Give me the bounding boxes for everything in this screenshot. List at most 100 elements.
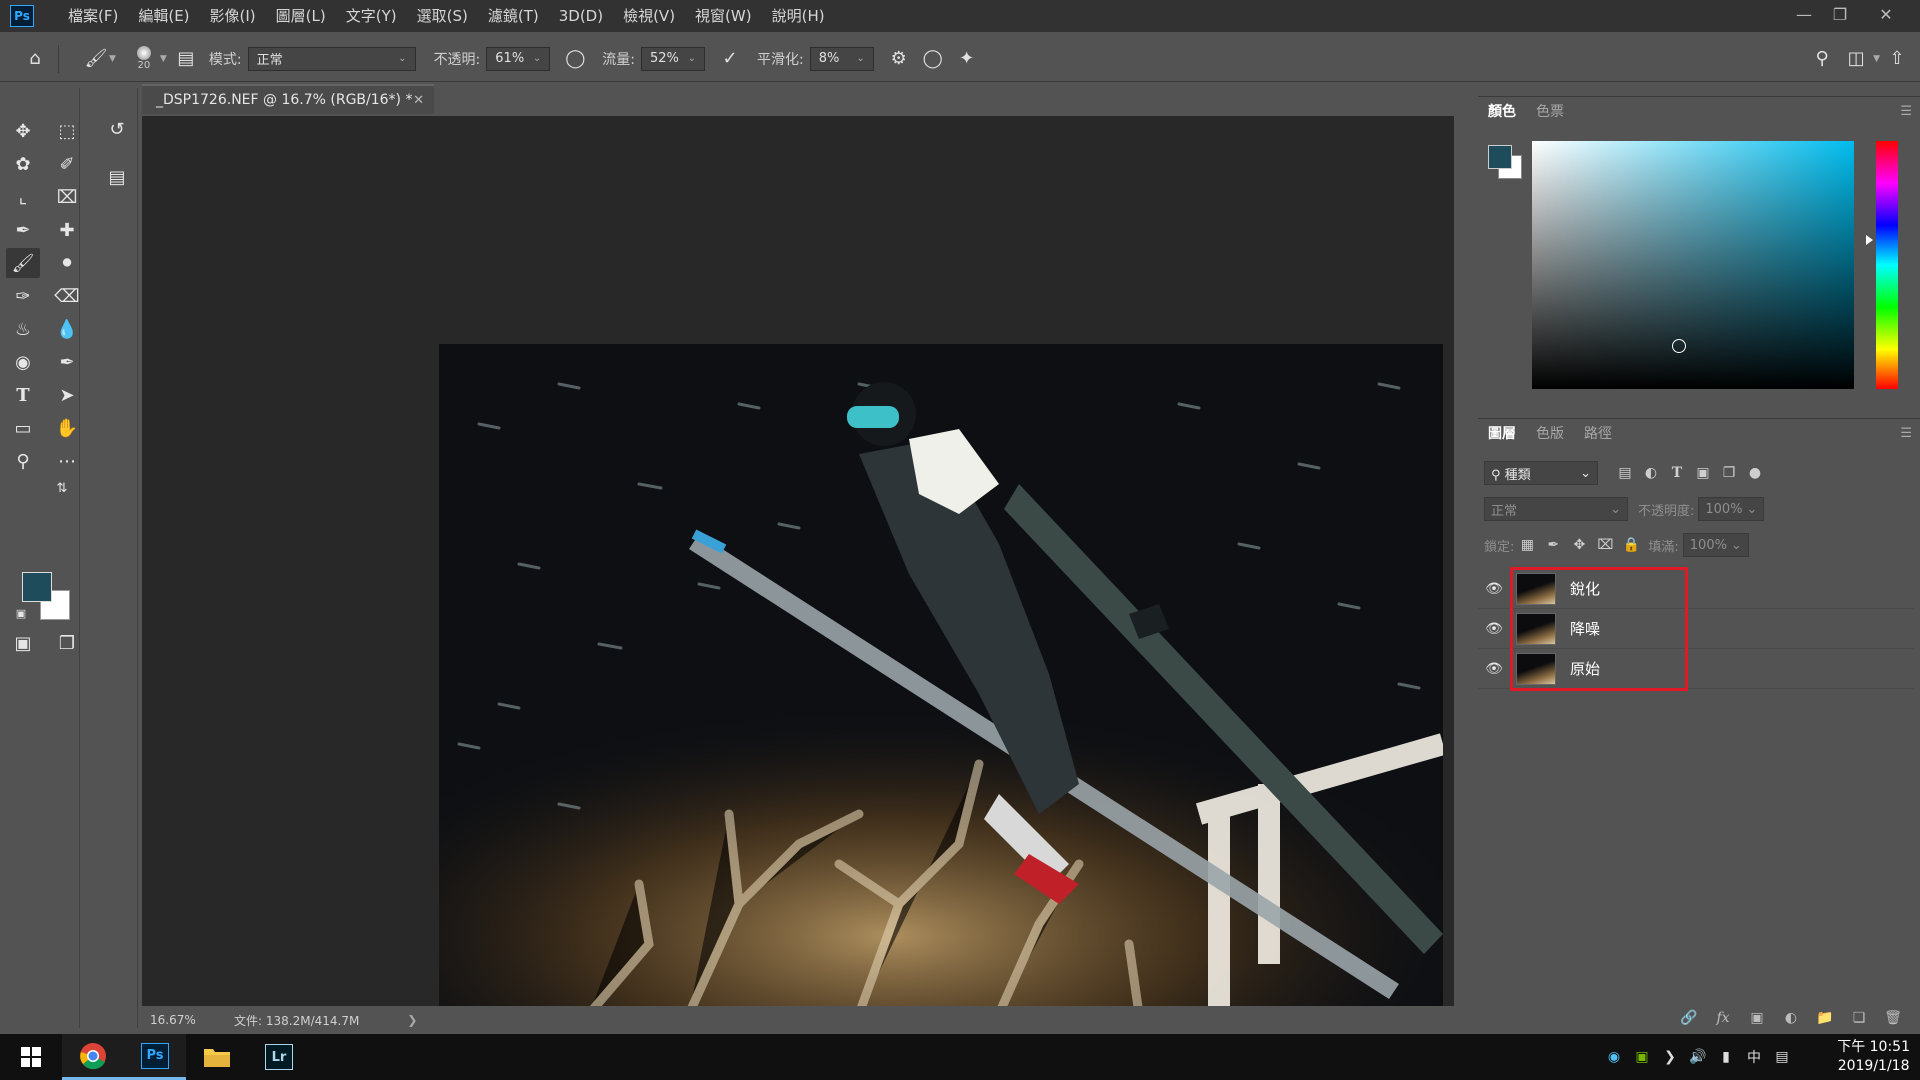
- color-field[interactable]: [1532, 141, 1854, 389]
- lasso-tool-icon[interactable]: ✿: [6, 149, 40, 179]
- menu-view[interactable]: 檢視(V): [613, 0, 685, 32]
- menu-file[interactable]: 檔案(F): [58, 0, 128, 32]
- screen-mode-icon[interactable]: ❐: [50, 628, 84, 658]
- foreground-color-chip[interactable]: [1488, 145, 1512, 169]
- document-tab[interactable]: _DSP1726.NEF @ 16.7% (RGB/16*) * ✕: [142, 84, 434, 114]
- share-icon[interactable]: ⇧: [1880, 42, 1914, 76]
- more-tools-icon[interactable]: ⋯: [50, 446, 84, 476]
- flow-input[interactable]: 52% ⌄: [641, 46, 705, 71]
- canvas-area[interactable]: [142, 116, 1454, 1014]
- blend-mode-select[interactable]: 正常 ⌄: [1484, 497, 1628, 521]
- fill-input[interactable]: 100% ⌄: [1682, 533, 1749, 557]
- workspace-icon[interactable]: ◫: [1839, 42, 1873, 76]
- menu-edit[interactable]: 編輯(E): [128, 0, 199, 32]
- hue-marker-icon[interactable]: [1866, 235, 1873, 245]
- swap-colors-icon[interactable]: ⇅: [52, 478, 72, 498]
- smoothing-input[interactable]: 8% ⌄: [809, 46, 874, 71]
- menu-3d[interactable]: 3D(D): [549, 0, 613, 32]
- brush-tool-icon[interactable]: 🖌: [6, 248, 40, 278]
- panel-menu-icon[interactable]: ☰: [1900, 104, 1912, 119]
- nvidia-icon[interactable]: ▣: [1628, 1049, 1656, 1065]
- eraser-tool-icon[interactable]: ⌫: [50, 281, 84, 311]
- layer-row-original[interactable]: 👁 原始: [1478, 649, 1914, 689]
- photo-canvas[interactable]: [439, 344, 1443, 1014]
- move-tool-icon[interactable]: ✥: [6, 116, 40, 146]
- tab-paths[interactable]: 路徑: [1574, 419, 1622, 449]
- home-icon[interactable]: ⌂: [18, 42, 52, 76]
- restore-button[interactable]: ❐: [1822, 0, 1858, 28]
- foreground-color-swatch[interactable]: [22, 572, 52, 602]
- menu-image[interactable]: 影像(I): [200, 0, 266, 32]
- tab-color[interactable]: 顏色: [1478, 97, 1526, 127]
- tab-channels[interactable]: 色版: [1526, 419, 1574, 449]
- lock-all-icon[interactable]: 🔒: [1618, 533, 1644, 557]
- path-select-tool-icon[interactable]: ➤: [50, 380, 84, 410]
- filter-smart-object-icon[interactable]: ❐: [1716, 461, 1742, 485]
- file-explorer-taskbar-button[interactable]: [186, 1034, 248, 1080]
- pressure-opacity-icon[interactable]: ◯: [558, 42, 592, 76]
- rectangle-tool-icon[interactable]: ▭: [6, 413, 40, 443]
- opacity-input[interactable]: 61% ⌄: [486, 46, 551, 71]
- dodge-tool-icon[interactable]: ◉: [6, 347, 40, 377]
- color-picker-cursor[interactable]: [1672, 339, 1686, 353]
- lock-artboard-icon[interactable]: ⌧: [1592, 533, 1618, 557]
- layer-opacity-input[interactable]: 100% ⌄: [1698, 497, 1765, 521]
- ime-mode-icon[interactable]: ▤: [1768, 1049, 1796, 1065]
- trash-icon[interactable]: 🗑: [1876, 1006, 1910, 1030]
- layer-row-denoise[interactable]: 👁 降噪: [1478, 609, 1914, 649]
- windows-start-button[interactable]: [0, 1034, 62, 1080]
- brush-settings-icon[interactable]: ▤: [173, 42, 199, 76]
- panel-menu-icon[interactable]: ☰: [1900, 426, 1912, 441]
- filter-kind-select[interactable]: ⚲ 種類 ⌄: [1484, 461, 1598, 485]
- fx-icon[interactable]: fx: [1706, 1006, 1740, 1030]
- eye-icon[interactable]: 👁: [1480, 581, 1508, 597]
- clone-stamp-tool-icon[interactable]: ⚫: [50, 248, 84, 278]
- wifi-icon[interactable]: ❯: [1656, 1049, 1684, 1065]
- crop-tool-icon[interactable]: ⌞: [6, 182, 40, 212]
- marquee-tool-icon[interactable]: ⬚: [50, 116, 84, 146]
- lock-pixels-icon[interactable]: ✒: [1540, 533, 1566, 557]
- layer-row-sharpen[interactable]: 👁 銳化: [1478, 569, 1914, 609]
- close-window-button[interactable]: ✕: [1868, 0, 1904, 28]
- paint-bucket-tool-icon[interactable]: ♨: [6, 314, 40, 344]
- volume-icon[interactable]: 🔊: [1684, 1049, 1712, 1065]
- search-icon[interactable]: ⚲: [1805, 42, 1839, 76]
- battery-icon[interactable]: ▮: [1712, 1049, 1740, 1065]
- menu-layer[interactable]: 圖層(L): [266, 0, 336, 32]
- pressure-size-icon[interactable]: ◯: [916, 42, 950, 76]
- history-brush-tool-icon[interactable]: ✑: [6, 281, 40, 311]
- eye-icon[interactable]: 👁: [1480, 621, 1508, 637]
- symmetry-icon[interactable]: ✦: [950, 42, 984, 76]
- filter-toggle-icon[interactable]: ●: [1742, 461, 1768, 485]
- brush-preset-icon[interactable]: 🖌: [79, 42, 113, 76]
- menu-help[interactable]: 說明(H): [762, 0, 835, 32]
- menu-type[interactable]: 文字(Y): [336, 0, 407, 32]
- chevron-right-icon[interactable]: ❯: [407, 1013, 417, 1027]
- tab-layers[interactable]: 圖層: [1478, 419, 1526, 449]
- filter-pixel-icon[interactable]: ▤: [1612, 461, 1638, 485]
- lightroom-taskbar-button[interactable]: Lr: [248, 1034, 310, 1080]
- add-mask-icon[interactable]: ▣: [1740, 1006, 1774, 1030]
- airbrush-icon[interactable]: ✓: [713, 42, 747, 76]
- menu-filter[interactable]: 濾鏡(T): [478, 0, 549, 32]
- link-layers-icon[interactable]: 🔗: [1672, 1006, 1706, 1030]
- type-tool-icon[interactable]: T: [6, 380, 40, 410]
- lock-position-icon[interactable]: ✥: [1566, 533, 1592, 557]
- chrome-taskbar-button[interactable]: [62, 1034, 124, 1080]
- default-colors-icon[interactable]: ▣: [12, 604, 30, 622]
- new-group-icon[interactable]: 📁: [1808, 1006, 1842, 1030]
- hue-slider[interactable]: [1876, 141, 1898, 389]
- properties-panel-icon[interactable]: ▤: [100, 162, 134, 192]
- zoom-tool-icon[interactable]: ⚲: [6, 446, 40, 476]
- healing-brush-tool-icon[interactable]: ✚: [50, 215, 84, 245]
- brush-size-picker[interactable]: 20: [132, 46, 156, 71]
- zoom-level[interactable]: 16.67%: [142, 1013, 222, 1027]
- pen-tool-icon[interactable]: ✒: [50, 347, 84, 377]
- hand-tool-icon[interactable]: ✋: [50, 413, 84, 443]
- eye-icon[interactable]: 👁: [1480, 661, 1508, 677]
- photoshop-taskbar-button[interactable]: Ps: [124, 1034, 186, 1080]
- filter-type-icon[interactable]: T: [1664, 461, 1690, 485]
- new-layer-icon[interactable]: ❏: [1842, 1006, 1876, 1030]
- ime-indicator[interactable]: 中: [1740, 1047, 1768, 1067]
- history-panel-icon[interactable]: ↺: [100, 114, 134, 144]
